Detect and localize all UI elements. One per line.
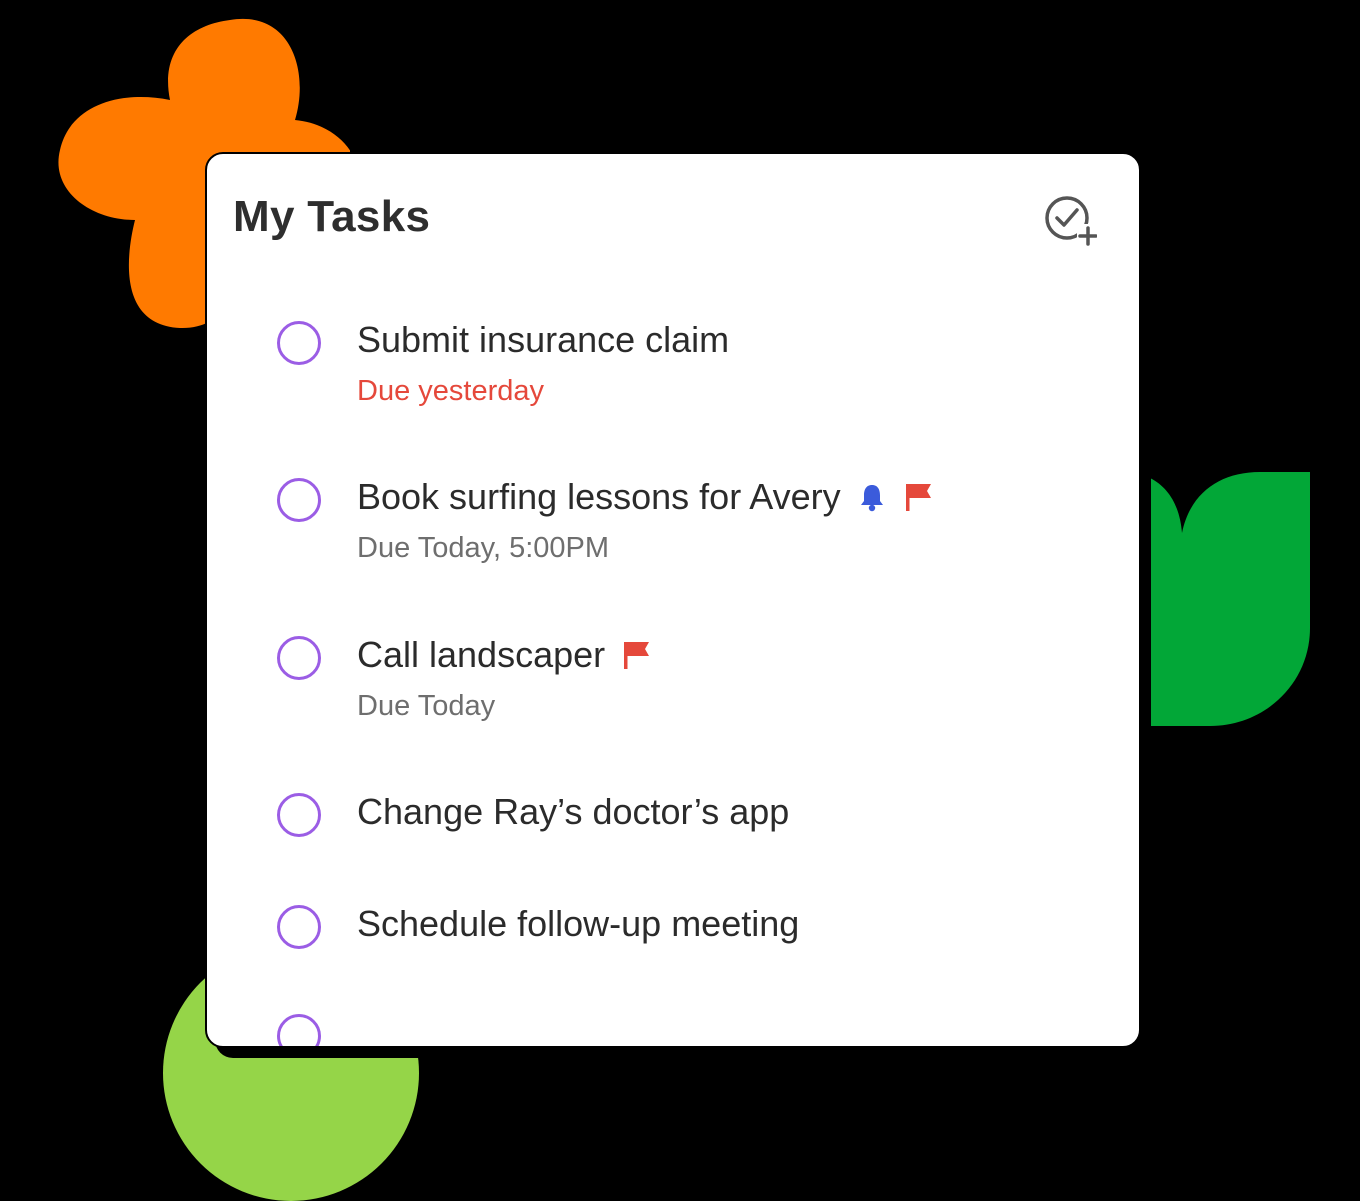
add-task-icon[interactable] <box>1043 194 1097 248</box>
task-title: Change Ray’s doctor’s app <box>357 791 790 832</box>
task-checkbox[interactable] <box>277 793 321 837</box>
task-due-date: Due yesterday <box>357 375 544 407</box>
tasks-card: My Tasks Submit insurance claim Due yest… <box>205 152 1141 1048</box>
task-checkbox[interactable] <box>277 478 321 522</box>
task-checkbox[interactable] <box>277 636 321 680</box>
task-checkbox[interactable] <box>277 905 321 949</box>
task-title: Book surfing lessons for Avery <box>357 476 841 517</box>
task-checkbox[interactable] <box>277 321 321 365</box>
bell-icon <box>860 485 883 512</box>
green-leaf-shape <box>1150 472 1310 726</box>
flag-icon <box>624 642 650 669</box>
flag-icon <box>905 484 931 511</box>
task-due-date: Due Today, 5:00PM <box>357 532 610 564</box>
card-title: My Tasks <box>233 192 431 241</box>
task-title: Schedule follow-up meeting <box>357 903 800 944</box>
task-title: Submit insurance claim <box>357 319 730 360</box>
task-title: Call landscaper <box>357 634 606 675</box>
task-checkbox[interactable] <box>277 1014 321 1046</box>
task-due-date: Due Today <box>357 690 496 722</box>
